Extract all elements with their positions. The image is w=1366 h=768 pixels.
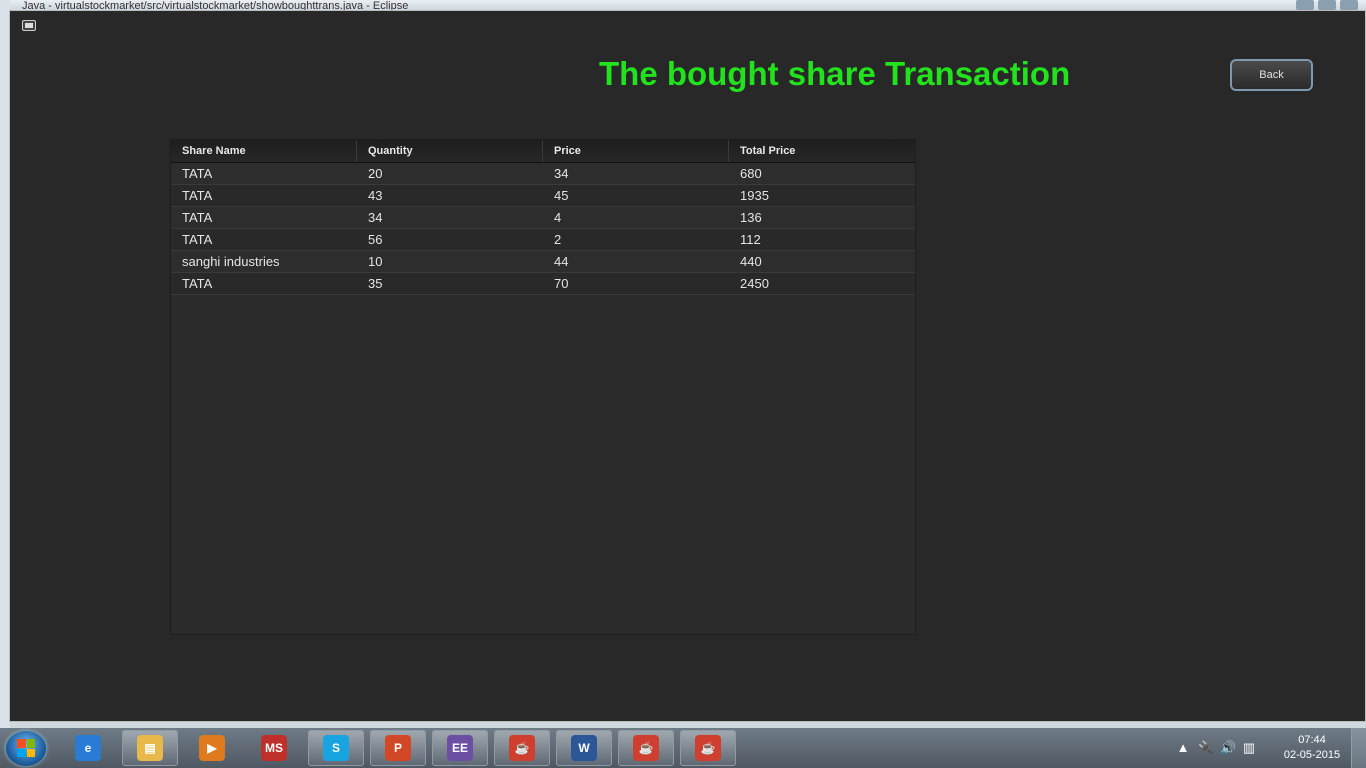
taskbar-button-powerpoint[interactable]: P <box>370 730 426 766</box>
skype-icon: S <box>323 735 349 761</box>
media-player-icon: ▶ <box>199 735 225 761</box>
network-icon[interactable]: ▥ <box>1242 741 1256 755</box>
column-header-share-name[interactable]: Share Name <box>171 140 357 162</box>
taskbar-button-java-app[interactable]: ☕ <box>618 730 674 766</box>
minimize-icon[interactable] <box>1296 0 1314 10</box>
table-row[interactable]: TATA 35 70 2450 <box>171 273 915 295</box>
word-icon: W <box>571 735 597 761</box>
table-row[interactable]: TATA 20 34 680 <box>171 163 915 185</box>
cell-quantity: 20 <box>368 166 383 181</box>
taskbar: e ▤ ▶ MS S P EE ☕ W ☕ ☕ ▲ 🔌 🔊 ▥ 07:44 02-05-2015 <box>0 728 1366 768</box>
table-row[interactable]: TATA 43 45 1935 <box>171 185 915 207</box>
taskbar-button-skype[interactable]: S <box>308 730 364 766</box>
java-ee-ide-icon: EE <box>447 735 473 761</box>
taskbar-button-java-app[interactable]: ☕ <box>680 730 736 766</box>
windows-logo-icon <box>17 739 35 757</box>
cell-quantity: 43 <box>368 188 383 203</box>
start-button[interactable] <box>6 731 46 766</box>
cell-share-name: TATA <box>182 232 213 247</box>
cell-price: 34 <box>554 166 569 181</box>
back-button[interactable]: Back <box>1230 59 1313 91</box>
cell-share-name: TATA <box>182 188 213 203</box>
clock-date: 02-05-2015 <box>1283 749 1341 761</box>
cell-total-price: 112 <box>740 232 761 247</box>
column-header-price[interactable]: Price <box>543 140 729 162</box>
cell-quantity: 56 <box>368 232 383 247</box>
system-tray: ▲ 🔌 🔊 ▥ <box>1176 728 1256 768</box>
background-window-controls <box>1296 0 1358 10</box>
close-icon[interactable] <box>1340 0 1358 10</box>
taskbar-button-word[interactable]: W <box>556 730 612 766</box>
taskbar-button-internet-explorer[interactable]: e <box>60 730 116 766</box>
cell-price: 45 <box>554 188 569 203</box>
column-header-quantity[interactable]: Quantity <box>357 140 543 162</box>
cell-total-price: 1935 <box>740 188 769 203</box>
transactions-table: Share Name Quantity Price Total Price TA… <box>170 139 916 635</box>
java-app-icon-active: ☕ <box>633 735 659 761</box>
cell-total-price: 680 <box>740 166 762 181</box>
cell-share-name: sanghi industries <box>182 254 280 269</box>
volume-icon[interactable]: 🔊 <box>1220 741 1236 755</box>
cell-share-name: TATA <box>182 166 213 181</box>
restore-icon[interactable] <box>1318 0 1336 10</box>
clock-time: 07:44 <box>1298 734 1326 746</box>
taskbar-button-file-explorer[interactable]: ▤ <box>122 730 178 766</box>
cell-quantity: 35 <box>368 276 383 291</box>
powerpoint-icon: P <box>385 735 411 761</box>
cell-total-price: 136 <box>740 210 762 225</box>
taskbar-button-media-player[interactable]: ▶ <box>184 730 240 766</box>
cell-price: 4 <box>554 210 562 225</box>
app-window: The bought share Transaction Back Share … <box>9 10 1366 722</box>
file-explorer-icon: ▤ <box>137 735 163 761</box>
clock[interactable]: 07:44 02-05-2015 <box>1282 733 1342 763</box>
taskbar-button-ms-office[interactable]: MS <box>246 730 302 766</box>
show-desktop-button[interactable] <box>1351 728 1366 768</box>
java-app-icon-2: ☕ <box>695 735 721 761</box>
table-row[interactable]: TATA 34 4 136 <box>171 207 915 229</box>
cell-share-name: TATA <box>182 210 213 225</box>
cell-total-price: 440 <box>740 254 762 269</box>
cell-quantity: 34 <box>368 210 383 225</box>
page-title: The bought share Transaction <box>599 55 1071 92</box>
cell-share-name: TATA <box>182 276 213 291</box>
cell-total-price: 2450 <box>740 276 769 291</box>
column-header-total-price[interactable]: Total Price <box>729 140 913 162</box>
java-app-icon: ☕ <box>509 735 535 761</box>
cell-quantity: 10 <box>368 254 383 269</box>
table-row[interactable]: sanghi industries 10 44 440 <box>171 251 915 273</box>
table-row[interactable]: TATA 56 2 112 <box>171 229 915 251</box>
show-hidden-icons-icon[interactable]: ▲ <box>1176 741 1190 755</box>
taskbar-button-java-ee-ide[interactable]: EE <box>432 730 488 766</box>
power-icon[interactable]: 🔌 <box>1198 741 1214 755</box>
table-body: TATA 20 34 680 TATA 43 45 1935 TATA 34 4… <box>171 163 915 295</box>
ms-office-icon: MS <box>261 735 287 761</box>
table-header: Share Name Quantity Price Total Price <box>171 140 915 163</box>
cell-price: 44 <box>554 254 569 269</box>
cell-price: 2 <box>554 232 562 247</box>
cell-price: 70 <box>554 276 569 291</box>
window-menu-icon[interactable] <box>22 20 36 31</box>
taskbar-button-java-app[interactable]: ☕ <box>494 730 550 766</box>
internet-explorer-icon: e <box>75 735 101 761</box>
